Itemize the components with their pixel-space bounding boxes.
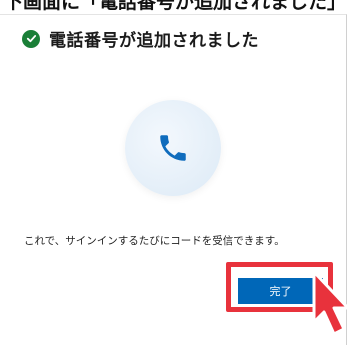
instruction-banner: 下画面に「電話番号が追加されました」と表示されるので「完了」を選択 [4, 0, 349, 13]
check-icon [22, 29, 40, 48]
dialog-header: 電話番号が追加されました [22, 26, 259, 51]
pointer-arrow-icon [312, 270, 349, 336]
dialog-title: 電話番号が追加されました [49, 31, 259, 51]
phone-illustration [125, 100, 221, 196]
dialog-message: これで、サインインするたびにコードを受信できます。 [24, 235, 285, 247]
phone-icon [160, 135, 186, 161]
